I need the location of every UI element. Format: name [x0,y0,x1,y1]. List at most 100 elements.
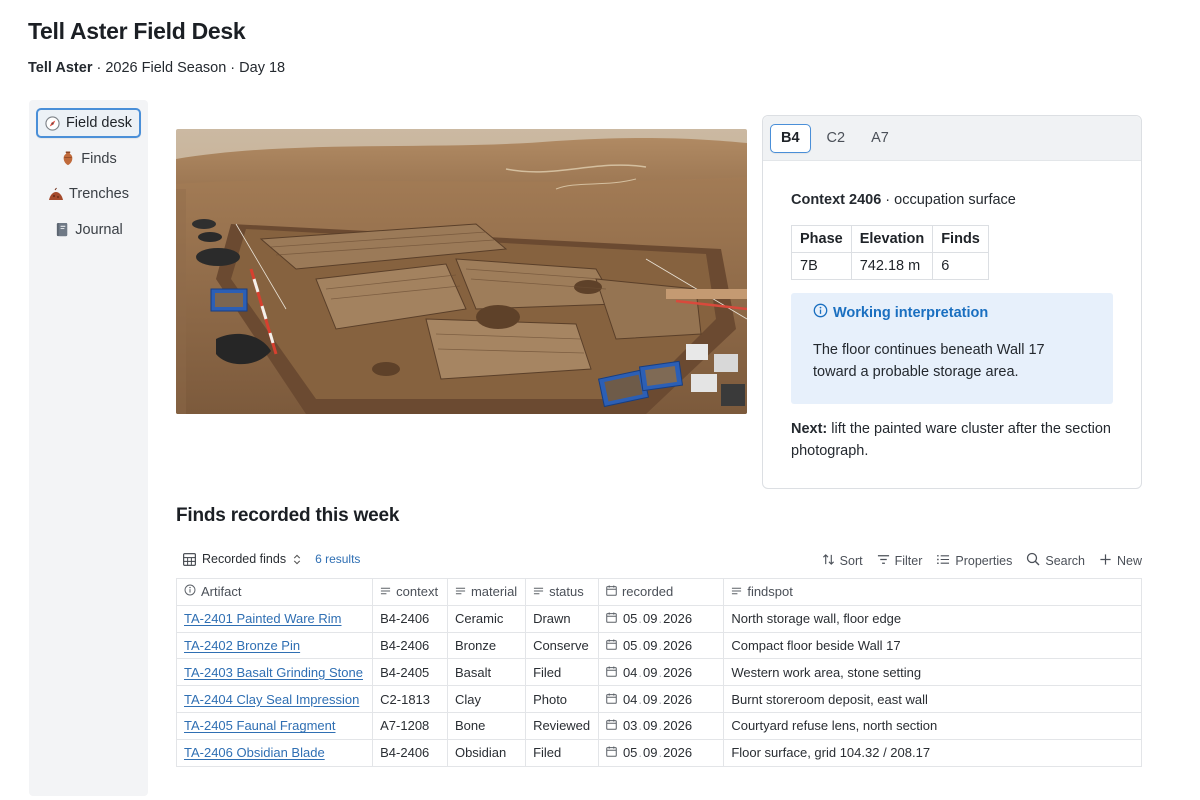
artifact-link[interactable]: TA-2404 Clay Seal Impression [184,692,359,707]
column-header-status[interactable]: status [525,578,599,606]
next-label: Next: [791,421,828,437]
sort-icon [822,553,835,569]
table-row[interactable]: TA-2403 Basalt Grinding Stone B4-2405 Basa… [175,658,1142,687]
artifact-cell: TA-2404 Clay Seal Impression [175,685,374,713]
info-circle-icon [184,584,196,599]
summary-finds: 6 [932,252,989,280]
summary-phase: 7B [791,252,852,280]
material-cell: Clay [446,685,527,713]
findspot-cell: Courtyard refuse lens, north section [723,711,1142,740]
info-icon [813,303,828,322]
date-day: 04 [622,691,638,707]
trench-tabs: B4 C2 A7 [763,116,1141,161]
artifact-link[interactable]: TA-2406 Obsidian Blade [184,745,325,760]
calendar-icon [606,611,617,626]
plus-icon [1099,553,1112,569]
sidebar-item-journal[interactable]: Journal [36,215,141,245]
amphora-icon [60,151,76,167]
recorded-cell: 04.09.2026 [597,685,725,713]
table-row[interactable]: TA-2402 Bronze Pin B4-2406 Bronze Conserve 0… [175,631,1142,660]
recorded-cell: 04.09.2026 [597,658,725,687]
season-day: · 2026 Field Season · Day 18 [92,60,286,76]
calendar-icon [606,665,617,680]
recorded-cell: 05.09.2026 [597,604,725,633]
artifact-link[interactable]: TA-2401 Painted Ware Rim [184,611,342,626]
context-description: · occupation surface [881,192,1016,208]
sidebar-item-finds[interactable]: Finds [36,144,141,174]
tab-c2[interactable]: C2 [817,124,856,153]
material-cell: Basalt [446,658,527,687]
date-separator: . [658,745,663,761]
context-label: Context 2406 [791,192,882,208]
sort-button[interactable]: Sort [822,553,863,569]
date-month: 09 [643,745,658,761]
table-row[interactable]: TA-2406 Obsidian Blade B4-2406 Obsidian Fil… [175,738,1142,767]
date-year: 2026 [663,664,693,680]
compass-icon [45,115,61,131]
context-cell: B4-2406 [372,631,448,660]
column-header-context[interactable]: context [372,578,448,606]
date-separator: . [658,637,663,653]
tab-a7[interactable]: A7 [861,124,899,153]
artifact-link[interactable]: TA-2402 Bronze Pin [184,638,300,653]
status-cell: Filed [525,738,599,767]
notebook-icon [54,222,70,238]
summary-elevation: 742.18 m [850,252,934,280]
table-row[interactable]: TA-2405 Faunal Fragment A7-1208 Bone Review… [175,711,1142,740]
sidebar-item-label: Finds [81,150,117,167]
calendar-icon [606,638,617,653]
date-year: 2026 [663,691,693,707]
search-button[interactable]: Search [1026,552,1085,569]
sidebar-item-field-desk[interactable]: Field desk [36,108,141,138]
date-year: 2026 [663,637,693,653]
column-header-findspot[interactable]: findspot [723,578,1142,606]
calendar-icon [606,745,617,760]
result-count: 6 results [315,552,361,566]
date-year: 2026 [663,611,693,627]
date-month: 09 [643,611,658,627]
context-card: B4 C2 A7 Context 2406 · occupation surfa… [762,115,1142,489]
date-day: 05 [622,745,638,761]
recorded-cell: 05.09.2026 [597,631,725,660]
findspot-cell: North storage wall, floor edge [723,604,1142,633]
table-row[interactable]: TA-2401 Painted Ware Rim B4-2406 Ceramic Dr… [175,604,1142,633]
table-toolbar: Sort Filter Properties Search New [822,552,1142,569]
date-separator: . [638,745,643,761]
sidebar-item-label: Field desk [65,115,133,131]
findspot-cell: Burnt storeroom deposit, east wall [723,685,1142,713]
date-month: 09 [643,718,658,734]
context-cell: A7-1208 [372,711,448,740]
date-month: 09 [643,664,658,680]
date-year: 2026 [663,718,693,734]
text-property-icon [533,584,544,599]
date-separator: . [658,664,663,680]
new-button[interactable]: New [1099,553,1142,569]
date-day: 05 [622,611,638,627]
column-header-material[interactable]: material [446,578,527,606]
filter-button[interactable]: Filter [877,553,922,569]
page-title: Tell Aster Field Desk [28,18,246,44]
callout-title: Working interpretation [833,304,989,321]
column-header-recorded[interactable]: recorded [597,578,725,606]
material-cell: Bone [446,711,527,740]
properties-button[interactable]: Properties [936,553,1012,569]
chevron-updown-icon[interactable] [293,554,301,565]
view-name[interactable]: Recorded finds [202,552,286,566]
table-row[interactable]: TA-2404 Clay Seal Impression C2-1813 Clay P… [175,685,1142,713]
view-selector: Recorded finds 6 results [183,552,360,566]
artifact-link[interactable]: TA-2405 Faunal Fragment [184,718,336,733]
date-separator: . [658,691,663,707]
date-month: 09 [643,691,658,707]
artifact-link[interactable]: TA-2403 Basalt Grinding Stone [184,665,363,680]
table-header-row: Artifact context material status recorde… [175,578,1142,606]
sidebar-item-trenches[interactable]: Trenches [36,179,141,209]
excavation-photo [176,129,747,414]
summary-header: Phase [791,225,852,253]
findspot-cell: Western work area, stone setting [723,658,1142,687]
date-separator: . [638,664,643,680]
context-cell: C2-1813 [372,685,448,713]
calendar-icon [606,584,617,599]
tab-b4[interactable]: B4 [770,123,811,153]
date-separator: . [658,611,663,627]
column-header-artifact[interactable]: Artifact [175,578,374,606]
